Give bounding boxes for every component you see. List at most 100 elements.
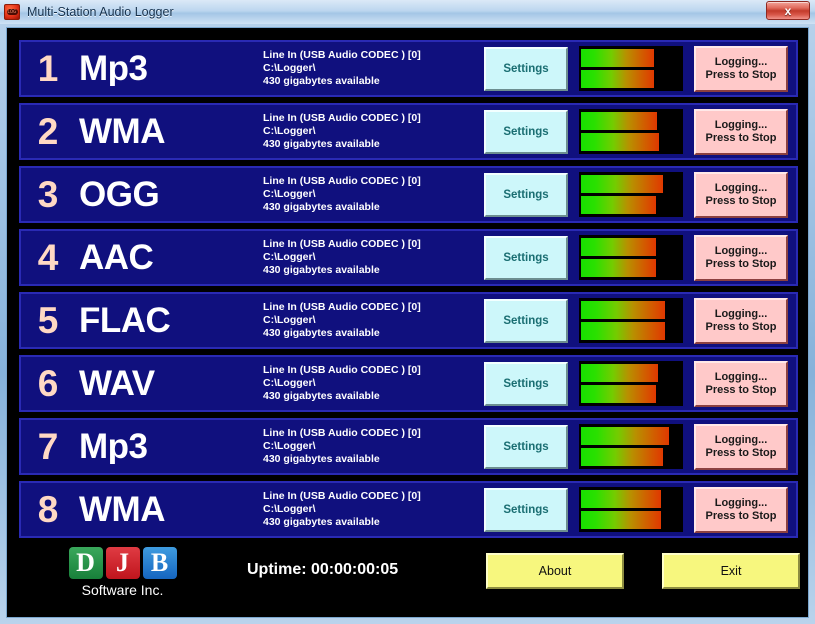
title-bar-left-group: LOG Multi-Station Audio Logger bbox=[4, 4, 174, 20]
settings-button[interactable]: Settings bbox=[484, 109, 568, 154]
station-path: C:\Logger\ bbox=[263, 125, 316, 137]
station-source: Line In (USB Audio CODEC ) [0] bbox=[263, 427, 421, 439]
station-format: WMA bbox=[79, 114, 165, 149]
station-info: Line In (USB Audio CODEC ) [0] C:\Logger\… bbox=[249, 301, 484, 340]
vu-bar-left bbox=[581, 364, 681, 382]
logo-tiles: D J B bbox=[45, 547, 200, 579]
logging-stop-button[interactable]: Logging... Press to Stop bbox=[694, 45, 788, 92]
settings-button[interactable]: Settings bbox=[484, 298, 568, 343]
vu-bar-right bbox=[581, 322, 681, 340]
station-source: Line In (USB Audio CODEC ) [0] bbox=[263, 490, 421, 502]
station-number: 7 bbox=[37, 426, 59, 467]
close-button[interactable]: x bbox=[766, 1, 810, 20]
vu-bar-right bbox=[581, 259, 681, 277]
logging-status-line2: Press to Stop bbox=[705, 320, 777, 333]
logo-caption: Software Inc. bbox=[81, 582, 164, 598]
station-list: 1 Mp3 Line In (USB Audio CODEC ) [0] C:\Log… bbox=[18, 39, 799, 544]
djb-logo: D J B Software Inc. bbox=[45, 547, 200, 598]
logo-tile-b: B bbox=[142, 547, 177, 579]
logging-status-line1: Logging... bbox=[714, 118, 768, 131]
about-button[interactable]: About bbox=[486, 553, 624, 589]
vu-bar-left bbox=[581, 49, 681, 67]
vu-bar-left bbox=[581, 112, 681, 130]
logging-status-line2: Press to Stop bbox=[705, 68, 777, 81]
app-log-icon: LOG bbox=[4, 4, 20, 20]
vu-bar-left bbox=[581, 238, 681, 256]
logging-status-line2: Press to Stop bbox=[705, 257, 777, 270]
logging-stop-button[interactable]: Logging... Press to Stop bbox=[694, 423, 788, 470]
logging-status-line2: Press to Stop bbox=[705, 383, 777, 396]
logging-status-line1: Logging... bbox=[714, 307, 768, 320]
station-source: Line In (USB Audio CODEC ) [0] bbox=[263, 112, 421, 124]
station-format: WAV bbox=[79, 366, 155, 401]
station-source: Line In (USB Audio CODEC ) [0] bbox=[263, 49, 421, 61]
vu-bar-right bbox=[581, 133, 681, 151]
settings-button[interactable]: Settings bbox=[484, 235, 568, 280]
logging-stop-button[interactable]: Logging... Press to Stop bbox=[694, 297, 788, 344]
station-format: FLAC bbox=[79, 303, 171, 338]
settings-button[interactable]: Settings bbox=[484, 424, 568, 469]
settings-button[interactable]: Settings bbox=[484, 361, 568, 406]
station-free-space: 430 gigabytes available bbox=[263, 390, 380, 402]
station-path: C:\Logger\ bbox=[263, 377, 316, 389]
logging-stop-button[interactable]: Logging... Press to Stop bbox=[694, 486, 788, 533]
station-free-space: 430 gigabytes available bbox=[263, 453, 380, 465]
close-icon: x bbox=[784, 3, 792, 18]
logging-stop-button[interactable]: Logging... Press to Stop bbox=[694, 108, 788, 155]
vu-bar-right bbox=[581, 448, 681, 466]
vu-meter bbox=[579, 109, 683, 154]
station-info: Line In (USB Audio CODEC ) [0] C:\Logger\… bbox=[249, 427, 484, 466]
exit-button[interactable]: Exit bbox=[662, 553, 800, 589]
station-path: C:\Logger\ bbox=[263, 188, 316, 200]
logging-status-line2: Press to Stop bbox=[705, 194, 777, 207]
vu-bar-left bbox=[581, 490, 681, 508]
vu-bar-right bbox=[581, 196, 681, 214]
window-title: Multi-Station Audio Logger bbox=[27, 5, 174, 19]
station-format: OGG bbox=[79, 177, 160, 212]
station-free-space: 430 gigabytes available bbox=[263, 201, 380, 213]
logging-stop-button[interactable]: Logging... Press to Stop bbox=[694, 360, 788, 407]
station-number: 8 bbox=[37, 489, 59, 530]
logging-status-line1: Logging... bbox=[714, 370, 768, 383]
logging-stop-button[interactable]: Logging... Press to Stop bbox=[694, 171, 788, 218]
station-row: 3 OGG Line In (USB Audio CODEC ) [0] C:\Log… bbox=[18, 165, 799, 224]
station-path: C:\Logger\ bbox=[263, 314, 316, 326]
station-row: 4 AAC Line In (USB Audio CODEC ) [0] C:\Log… bbox=[18, 228, 799, 287]
station-path: C:\Logger\ bbox=[263, 503, 316, 515]
station-row: 6 WAV Line In (USB Audio CODEC ) [0] C:\Log… bbox=[18, 354, 799, 413]
station-path: C:\Logger\ bbox=[263, 440, 316, 452]
station-number: 3 bbox=[37, 174, 59, 215]
logging-status-line2: Press to Stop bbox=[705, 131, 777, 144]
station-free-space: 430 gigabytes available bbox=[263, 138, 380, 150]
station-row: 5 FLAC Line In (USB Audio CODEC ) [0] C:\Lo… bbox=[18, 291, 799, 350]
vu-meter bbox=[579, 361, 683, 406]
logging-stop-button[interactable]: Logging... Press to Stop bbox=[694, 234, 788, 281]
station-info: Line In (USB Audio CODEC ) [0] C:\Logger\… bbox=[249, 490, 484, 529]
station-free-space: 430 gigabytes available bbox=[263, 264, 380, 276]
station-free-space: 430 gigabytes available bbox=[263, 516, 380, 528]
station-path: C:\Logger\ bbox=[263, 251, 316, 263]
vu-meter bbox=[579, 298, 683, 343]
station-info: Line In (USB Audio CODEC ) [0] C:\Logger\… bbox=[249, 175, 484, 214]
app-icon-label: LOG bbox=[6, 9, 18, 15]
station-info: Line In (USB Audio CODEC ) [0] C:\Logger\… bbox=[249, 238, 484, 277]
vu-bar-left bbox=[581, 175, 681, 193]
footer-bar: D J B Software Inc. Uptime: 00:00:00:05 … bbox=[7, 539, 808, 617]
station-source: Line In (USB Audio CODEC ) [0] bbox=[263, 301, 421, 313]
station-row: 7 Mp3 Line In (USB Audio CODEC ) [0] C:\Log… bbox=[18, 417, 799, 476]
vu-bar-left bbox=[581, 301, 681, 319]
station-source: Line In (USB Audio CODEC ) [0] bbox=[263, 238, 421, 250]
client-area: 1 Mp3 Line In (USB Audio CODEC ) [0] C:\Log… bbox=[6, 27, 809, 618]
station-path: C:\Logger\ bbox=[263, 62, 316, 74]
logging-status-line1: Logging... bbox=[714, 244, 768, 257]
station-source: Line In (USB Audio CODEC ) [0] bbox=[263, 175, 421, 187]
logging-status-line1: Logging... bbox=[714, 181, 768, 194]
settings-button[interactable]: Settings bbox=[484, 172, 568, 217]
station-info: Line In (USB Audio CODEC ) [0] C:\Logger\… bbox=[249, 49, 484, 88]
settings-button[interactable]: Settings bbox=[484, 46, 568, 91]
vu-meter bbox=[579, 235, 683, 280]
station-free-space: 430 gigabytes available bbox=[263, 327, 380, 339]
logging-status-line1: Logging... bbox=[714, 433, 768, 446]
vu-meter bbox=[579, 487, 683, 532]
settings-button[interactable]: Settings bbox=[484, 487, 568, 532]
